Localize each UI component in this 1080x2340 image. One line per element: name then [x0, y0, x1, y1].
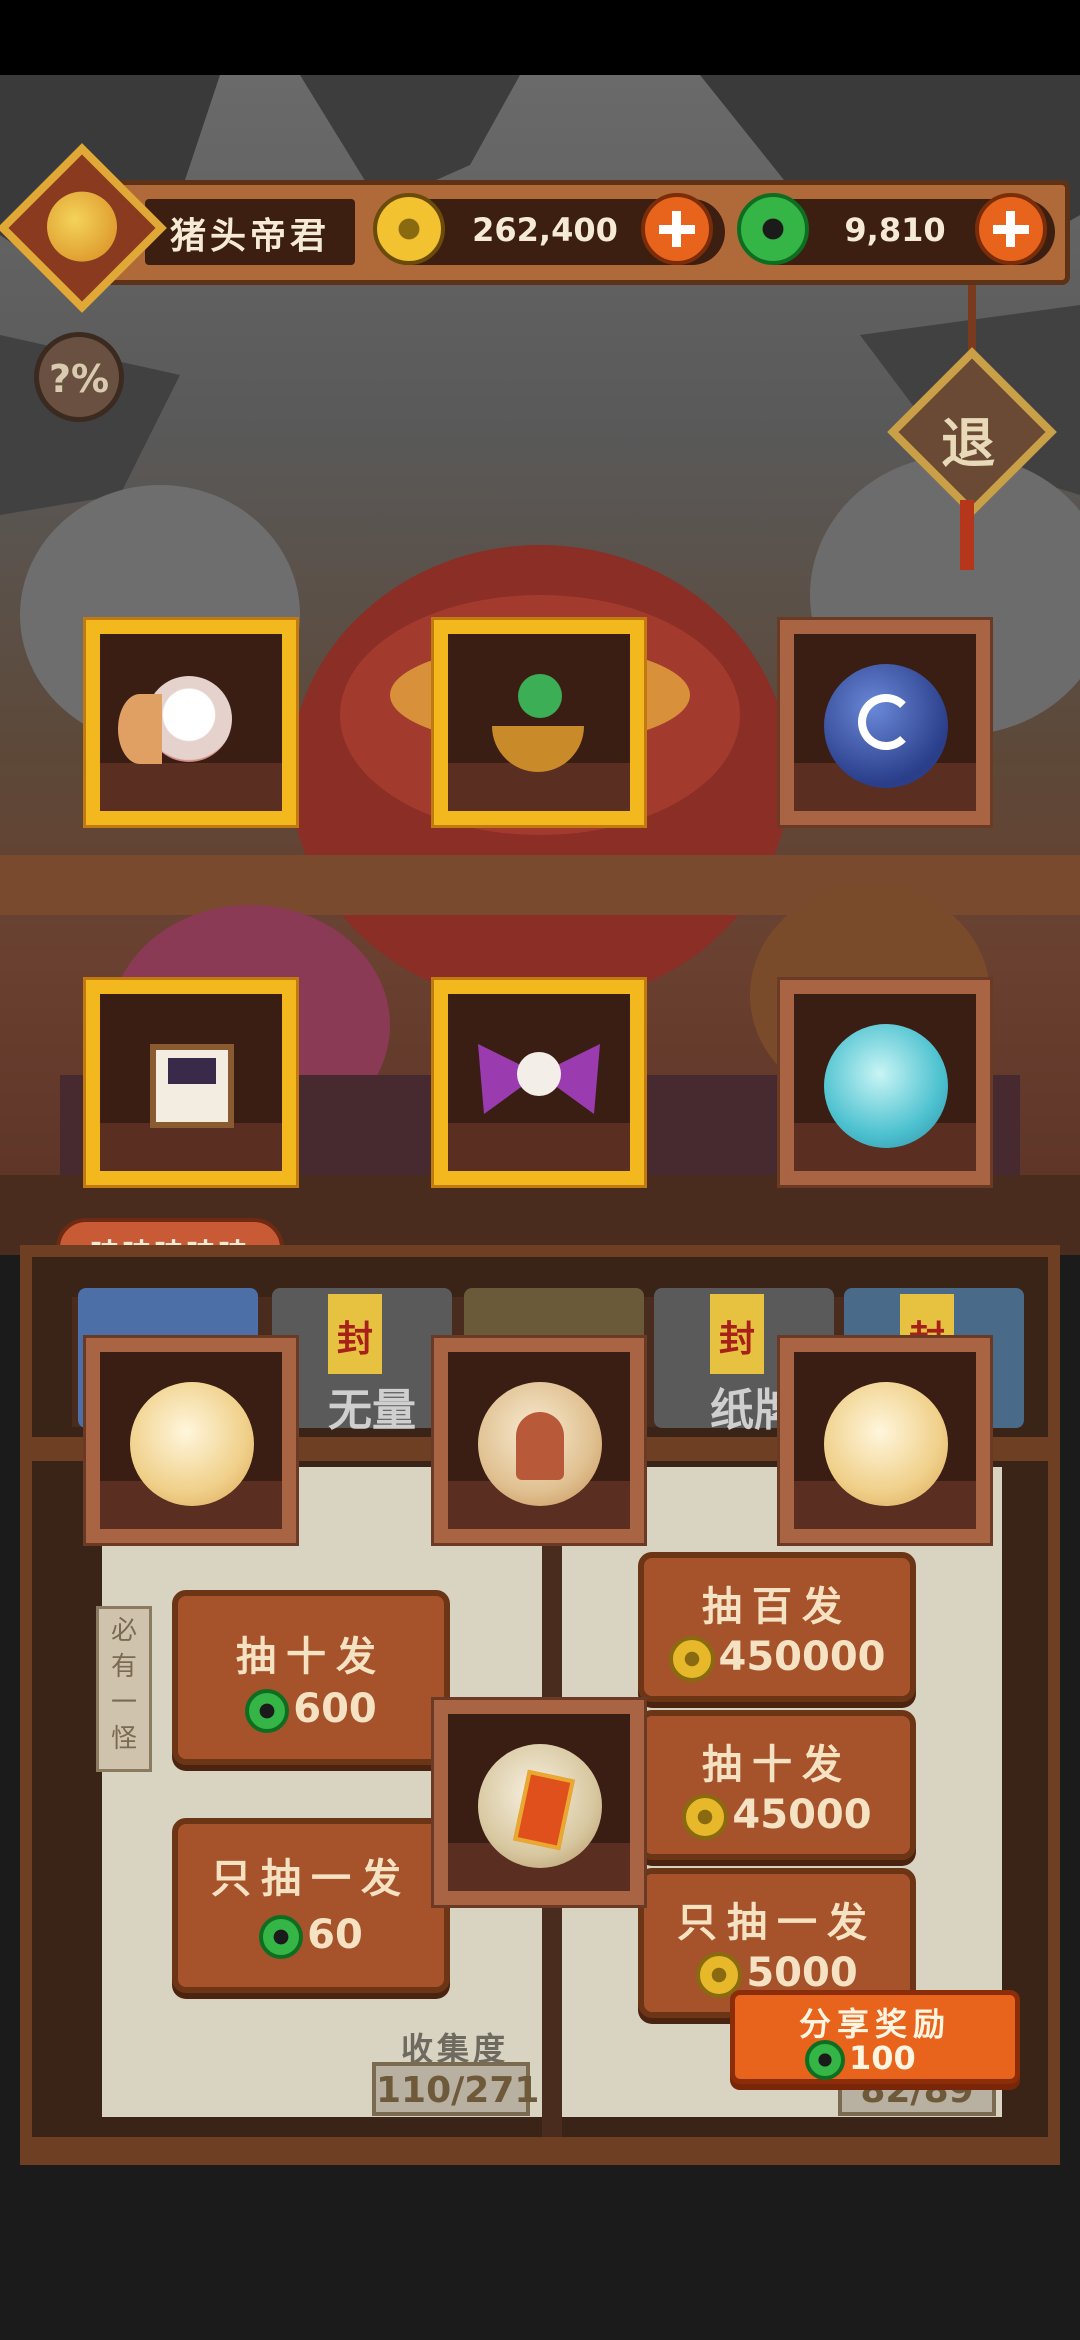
player-name: 猪头帝君 [169, 216, 330, 257]
collection-badge-left: 110/271 [372, 2062, 540, 2116]
game-screen: 猪头帝君 262,400 9,810 ?% 退 无量 封 纸牌 封 封 必有一怪… [0, 0, 1080, 2340]
jade-coin-icon [737, 193, 809, 265]
price-value: 45000 [732, 1792, 872, 1838]
top-bar: 猪头帝君 262,400 9,810 [100, 180, 1070, 285]
gold-amount: 262,400 [472, 211, 618, 249]
jade-amount: 9,810 [844, 211, 946, 249]
tab-wuliang-label: 无量 [328, 1385, 416, 1436]
reward-slot[interactable] [780, 1338, 990, 1543]
draw-one-gold-label: 只抽一发 [677, 1900, 877, 1946]
price-value: 600 [293, 1686, 377, 1732]
golden-fish-orb-icon [824, 1382, 948, 1506]
c-symbol [858, 694, 914, 750]
draw-ten-label: 抽十发 [236, 1634, 386, 1680]
shelf-slot[interactable] [86, 980, 296, 1185]
purple-bow-icon [478, 1044, 600, 1114]
status-bar [0, 0, 1080, 75]
treasure-chest-icon [150, 1044, 234, 1128]
shelf-slot[interactable] [434, 620, 644, 825]
exit-label: 退 [941, 412, 996, 476]
reward-slot[interactable] [434, 1338, 644, 1543]
plus-icon [659, 211, 695, 247]
snake-head [518, 674, 562, 718]
draw-ten-gold-button[interactable]: 抽十发 45000 [638, 1710, 916, 1860]
reward-slot[interactable] [86, 1338, 296, 1543]
crystal-orb-icon [824, 1024, 948, 1148]
fire-gem-orb-icon [478, 1744, 602, 1868]
seal-tag: 封 [710, 1294, 764, 1374]
bottom-area [0, 2165, 1080, 2340]
shelf-slot[interactable] [86, 620, 296, 825]
seal-label: 封 [718, 1319, 755, 1360]
plus-icon [993, 211, 1029, 247]
tab-wuliang[interactable]: 无量 封 [272, 1288, 452, 1436]
draw-ten-price: 600 [178, 1686, 444, 1733]
gold-coin-icon [373, 193, 445, 265]
add-gold-button[interactable] [641, 193, 713, 265]
draw-hundred-price: 450000 [644, 1634, 910, 1682]
monk-figure-orb-icon [478, 1382, 602, 1506]
player-name-plate: 猪头帝君 [145, 199, 355, 265]
avatar-portrait-icon [47, 191, 117, 262]
golden-fish-orb-icon [130, 1382, 254, 1506]
draw-one-price: 60 [178, 1912, 444, 1959]
draw-hundred-label: 抽百发 [702, 1584, 852, 1630]
gold-coin-icon [682, 1794, 729, 1840]
share-reward-value: 100 [849, 2039, 916, 2077]
price-value: 60 [307, 1912, 363, 1958]
reward-slot[interactable] [434, 1700, 644, 1905]
wall-sign: 必有一怪 [96, 1606, 152, 1772]
wall-sign-label: 必有一怪 [110, 1616, 137, 1754]
draw-one-jade-button[interactable]: 只抽一发 60 [172, 1818, 450, 1993]
price-value: 450000 [718, 1634, 886, 1680]
gold-coin-icon [668, 1636, 715, 1682]
fan-shape [118, 694, 162, 764]
share-reward-button[interactable]: 分享奖励 100 [730, 1990, 1020, 2084]
add-jade-button[interactable] [975, 193, 1047, 265]
jade-coin-icon [245, 1689, 290, 1733]
collection-value-left: 110/271 [376, 2070, 540, 2111]
draw-ten-jade-button[interactable]: 抽十发 600 [172, 1590, 450, 1765]
draw-ten-gold-label: 抽十发 [702, 1742, 852, 1788]
exit-tassel [960, 500, 974, 570]
jade-coin-icon [259, 1915, 304, 1959]
odds-button[interactable]: ?% [34, 332, 124, 422]
draw-ten-gold-price: 45000 [644, 1792, 910, 1840]
draw-hundred-gold-button[interactable]: 抽百发 450000 [638, 1552, 916, 1702]
shelf-slot[interactable] [434, 980, 644, 1185]
share-reward-amount: 100 [805, 2039, 965, 2080]
draw-one-label: 只抽一发 [211, 1856, 411, 1902]
seal-label: 封 [336, 1319, 373, 1360]
shelf-slot[interactable] [780, 620, 990, 825]
odds-label: ?% [48, 357, 110, 401]
blue-orb-c-icon [824, 664, 948, 788]
seal-tag: 封 [328, 1294, 382, 1374]
shelf-slot[interactable] [780, 980, 990, 1185]
jade-coin-icon [805, 2040, 845, 2080]
